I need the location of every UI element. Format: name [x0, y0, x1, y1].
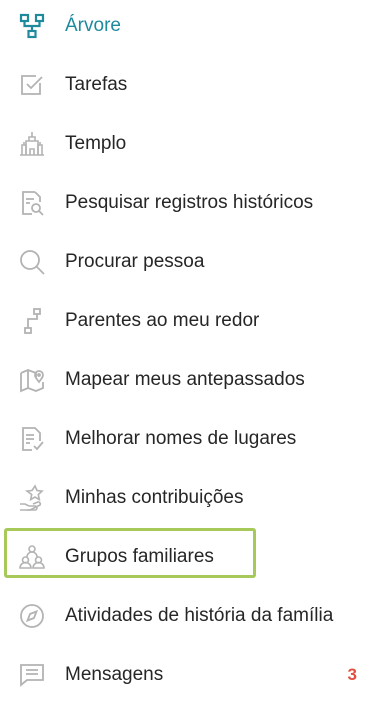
menu-item-label: Melhorar nomes de lugares	[65, 427, 297, 449]
menu-item-label: Grupos familiares	[65, 545, 214, 567]
tree-icon	[18, 12, 46, 40]
document-search-icon	[18, 189, 46, 217]
menu-item-tarefas[interactable]: Tarefas	[0, 55, 379, 114]
menu-item-pesquisar-registros[interactable]: Pesquisar registros históricos	[0, 173, 379, 232]
menu-item-arvore[interactable]: Árvore	[0, 0, 379, 55]
menu-item-parentes[interactable]: Parentes ao meu redor	[0, 291, 379, 350]
menu-item-procurar-pessoa[interactable]: Procurar pessoa	[0, 232, 379, 291]
relatives-icon	[18, 307, 46, 335]
menu-item-label: Atividades de história da família	[65, 604, 334, 626]
search-icon	[18, 248, 46, 276]
menu-item-label: Parentes ao meu redor	[65, 309, 260, 331]
menu-item-label: Procurar pessoa	[65, 250, 205, 272]
menu-item-label: Mensagens	[65, 663, 164, 685]
navigation-menu: Árvore Tarefas Templo Pesquisar registro…	[0, 0, 379, 709]
unread-count-badge: 3	[347, 664, 357, 684]
menu-item-templo[interactable]: Templo	[0, 114, 379, 173]
menu-item-label: Mapear meus antepassados	[65, 368, 305, 390]
menu-item-label: Árvore	[65, 14, 121, 36]
family-group-icon	[18, 543, 46, 571]
map-pin-icon	[18, 366, 46, 394]
menu-item-atividades-historia[interactable]: Atividades de história da família	[0, 586, 379, 645]
hand-star-icon	[18, 483, 46, 512]
checkbox-icon	[18, 71, 46, 99]
menu-item-label: Tarefas	[65, 73, 128, 95]
menu-item-mapear-antepassados[interactable]: Mapear meus antepassados	[0, 350, 379, 409]
message-icon	[18, 661, 46, 689]
menu-item-contribuicoes[interactable]: Minhas contribuições	[0, 468, 379, 527]
menu-item-label: Pesquisar registros históricos	[65, 191, 314, 213]
menu-item-label: Templo	[65, 132, 127, 154]
menu-item-mensagens[interactable]: Mensagens 3	[0, 645, 379, 704]
compass-icon	[18, 602, 46, 630]
menu-item-label: Minhas contribuições	[65, 486, 244, 508]
temple-icon	[18, 130, 46, 158]
document-check-icon	[18, 425, 46, 453]
menu-item-grupos-familiares[interactable]: Grupos familiares	[0, 527, 379, 586]
menu-item-melhorar-lugares[interactable]: Melhorar nomes de lugares	[0, 409, 379, 468]
